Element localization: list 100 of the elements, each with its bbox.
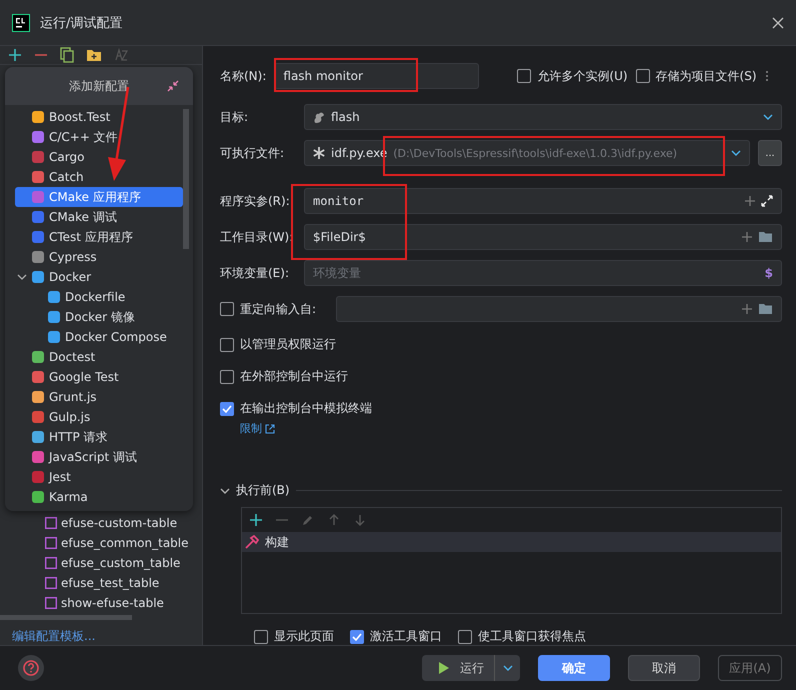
config-type-icon: [47, 310, 61, 324]
config-type-icon: [31, 170, 45, 184]
folder-icon[interactable]: [758, 303, 773, 315]
apply-button[interactable]: 应用(A): [718, 655, 782, 681]
task-item[interactable]: 构建: [242, 532, 781, 552]
config-type-icon: [31, 470, 45, 484]
menu-item[interactable]: Catch: [15, 167, 183, 187]
menu-item[interactable]: Docker 镜像: [15, 307, 183, 327]
cancel-button[interactable]: 取消: [628, 655, 700, 681]
app-logo-icon: [12, 14, 30, 32]
add-icon[interactable]: [250, 514, 262, 526]
config-type-icon: [31, 350, 45, 364]
configuration-item[interactable]: efuse_common_table: [45, 533, 202, 553]
checkbox[interactable]: 以管理员权限运行: [220, 336, 782, 353]
menu-item[interactable]: Grunt.js: [15, 387, 183, 407]
add-icon[interactable]: [8, 48, 22, 62]
menu-item[interactable]: Cypress: [15, 247, 183, 267]
field-label: 工作目录(W):: [220, 228, 294, 246]
window-icon: [45, 537, 57, 549]
external-link-icon: [265, 424, 275, 434]
working-directory-field[interactable]: $FileDir$: [304, 224, 782, 250]
menu-item[interactable]: Karma: [15, 487, 183, 507]
menu-item[interactable]: JavaScript 调试: [15, 447, 183, 467]
checkbox[interactable]: 激活工具窗口: [350, 628, 442, 645]
pencil-icon[interactable]: [302, 514, 314, 526]
more-icon[interactable]: [764, 70, 769, 82]
chevron-icon[interactable]: [220, 486, 230, 496]
checkbox[interactable]: 使工具窗口获得焦点: [458, 628, 586, 645]
checkbox[interactable]: 在输出控制台中模拟终端: [220, 400, 782, 417]
menu-item[interactable]: Cargo: [15, 147, 183, 167]
menu-item[interactable]: Boost.Test: [15, 107, 183, 127]
close-icon[interactable]: [772, 16, 784, 28]
arrow-up-icon[interactable]: [328, 514, 340, 526]
config-type-icon: [47, 290, 61, 304]
config-type-icon: [31, 390, 45, 404]
window-icon: [45, 557, 57, 569]
menu-item[interactable]: Jest: [15, 467, 183, 487]
redirect-input-field[interactable]: [336, 296, 782, 322]
config-type-icon: [31, 370, 45, 384]
menu-item[interactable]: C/C++ 文件: [15, 127, 183, 147]
menu-item[interactable]: CMake 调试: [15, 207, 183, 227]
menu-item[interactable]: Gulp.js: [15, 407, 183, 427]
menu-item[interactable]: HTTP 请求: [15, 427, 183, 447]
config-type-icon: [31, 270, 45, 284]
section-title: 执行前(B): [236, 482, 290, 499]
chevron-icon[interactable]: [17, 272, 27, 282]
popup-title: 添加新配置: [69, 78, 129, 94]
dropdown-caret-icon: [731, 150, 741, 156]
menu-item[interactable]: Google Test: [15, 367, 183, 387]
folder-icon[interactable]: [758, 231, 773, 243]
copy-icon[interactable]: [60, 47, 74, 63]
add-icon[interactable]: [742, 232, 752, 242]
expand-icon[interactable]: [761, 195, 773, 207]
hammer-icon: [245, 535, 259, 549]
program-arguments-field[interactable]: monitor: [304, 188, 782, 214]
menu-item[interactable]: Docker: [15, 267, 183, 287]
field-label: 程序实参(R):: [220, 192, 291, 210]
dropdown-caret-icon[interactable]: [503, 665, 513, 671]
play-icon: [438, 661, 450, 675]
browse-button[interactable]: ...: [758, 140, 782, 166]
checkbox[interactable]: 重定向输入自:: [220, 300, 324, 318]
edit-templates-link[interactable]: 编辑配置模板...: [0, 628, 202, 645]
field-label: 目标:: [220, 108, 250, 126]
config-type-icon: [47, 330, 61, 344]
field-label: 环境变量(E):: [220, 264, 290, 282]
config-type-icon: [31, 490, 45, 504]
window-icon: [45, 597, 57, 609]
add-icon[interactable]: [742, 304, 752, 314]
config-type-icon: [31, 230, 45, 244]
menu-item[interactable]: Doctest: [15, 347, 183, 367]
checkbox[interactable]: 在外部控制台中运行: [220, 368, 782, 385]
configuration-item[interactable]: show-efuse-table: [45, 593, 202, 613]
folder-add-icon[interactable]: [86, 48, 102, 62]
add-icon[interactable]: [745, 196, 755, 206]
target-dropdown[interactable]: flash: [304, 104, 782, 130]
window-icon: [45, 577, 57, 589]
configuration-item[interactable]: efuse_custom_table: [45, 553, 202, 573]
checkbox[interactable]: 显示此页面: [254, 628, 334, 645]
menu-item[interactable]: Docker Compose: [15, 327, 183, 347]
arrow-down-icon[interactable]: [354, 514, 366, 526]
field-label: 可执行文件:: [220, 144, 286, 162]
collapse-icon[interactable]: [167, 80, 179, 92]
help-icon[interactable]: [18, 655, 44, 681]
environment-variables-field[interactable]: 环境变量 $: [304, 260, 782, 286]
config-type-icon: [31, 130, 45, 144]
config-type-icon: [31, 190, 45, 204]
checkmark-icon: [351, 630, 363, 642]
checkbox[interactable]: 存储为项目文件(S): [636, 68, 757, 84]
menu-item[interactable]: CMake 应用程序: [15, 187, 183, 207]
menu-item[interactable]: Dockerfile: [15, 287, 183, 307]
menu-item[interactable]: CTest 应用程序: [15, 227, 183, 247]
configuration-item[interactable]: efuse_test_table: [45, 573, 202, 593]
dropdown-caret-icon: [763, 114, 773, 120]
configuration-item[interactable]: efuse-custom-table: [45, 513, 202, 533]
field-label: 名称(N):: [220, 68, 266, 84]
checkbox[interactable]: 允许多个实例(U): [517, 68, 628, 84]
config-type-icon: [31, 250, 45, 264]
name-field[interactable]: flash monitor: [274, 63, 480, 89]
config-type-icon: [31, 410, 45, 424]
limit-link[interactable]: 限制: [220, 421, 782, 436]
